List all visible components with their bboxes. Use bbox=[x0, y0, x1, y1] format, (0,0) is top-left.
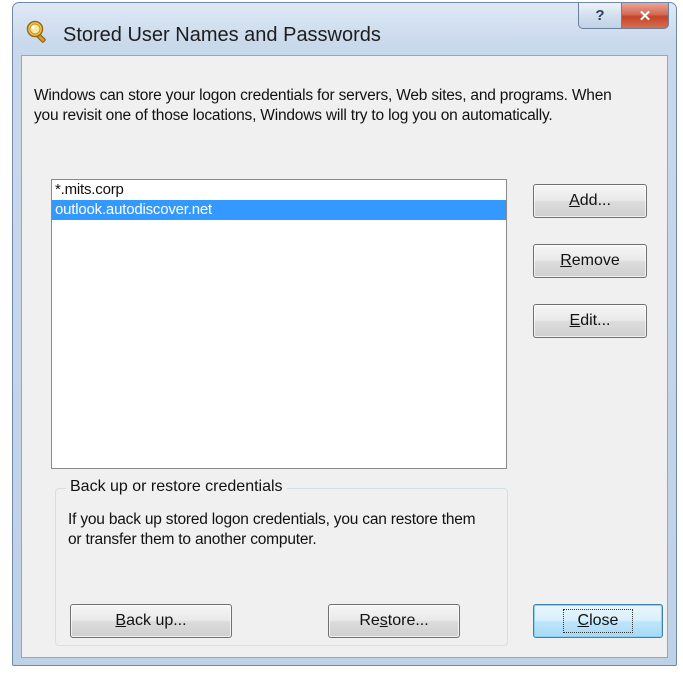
dialog-window: Stored User Names and Passwords ? ✕ Wind… bbox=[12, 2, 677, 666]
window-title: Stored User Names and Passwords bbox=[63, 24, 381, 46]
close-icon: ✕ bbox=[638, 7, 652, 25]
close-button[interactable]: Close bbox=[533, 604, 663, 638]
magnifier-key-icon bbox=[25, 19, 51, 45]
close-button-label: Close bbox=[562, 609, 634, 633]
backup-button-label: Back up... bbox=[115, 612, 187, 629]
restore-button-label: Restore... bbox=[359, 612, 429, 629]
backup-button[interactable]: Back up... bbox=[70, 604, 232, 638]
help-button[interactable]: ? bbox=[578, 3, 622, 29]
group-description: If you back up stored logon credentials,… bbox=[68, 511, 476, 548]
edit-button-label: Edit... bbox=[569, 312, 611, 329]
edit-button[interactable]: Edit... bbox=[533, 304, 647, 338]
help-icon: ? bbox=[595, 7, 605, 24]
add-button[interactable]: Add... bbox=[533, 184, 647, 218]
title-bar[interactable]: Stored User Names and Passwords ? ✕ bbox=[13, 3, 676, 53]
group-legend: Back up or restore credentials bbox=[66, 478, 287, 496]
window-close-button[interactable]: ✕ bbox=[621, 3, 669, 29]
list-item[interactable]: *.mits.corp bbox=[52, 180, 506, 200]
credentials-list[interactable]: *.mits.corp outlook.autodiscover.net bbox=[51, 179, 507, 469]
intro-text: Windows can store your logon credentials… bbox=[34, 87, 612, 124]
add-button-label: Add... bbox=[569, 192, 611, 209]
list-item[interactable]: outlook.autodiscover.net bbox=[52, 200, 506, 220]
remove-button-label: Remove bbox=[560, 252, 620, 269]
restore-button[interactable]: Restore... bbox=[328, 604, 460, 638]
remove-button[interactable]: Remove bbox=[533, 244, 647, 278]
dialog-client-area: Windows can store your logon credentials… bbox=[21, 55, 668, 658]
